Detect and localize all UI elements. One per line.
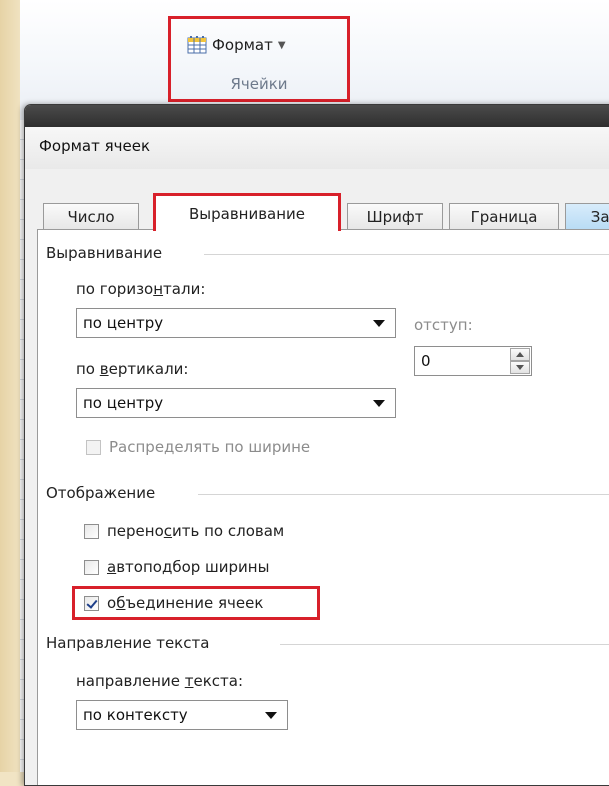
cells-group-highlight: Формат ▼ Ячейки (168, 16, 350, 102)
tab-fill[interactable]: Зал (565, 203, 609, 229)
dialog-titlebar[interactable]: Формат ячеек (25, 105, 609, 169)
tab-border[interactable]: Граница (449, 203, 559, 229)
spin-up-icon[interactable] (510, 348, 530, 361)
merge-cells-checkbox[interactable] (84, 595, 99, 611)
dropdown-arrow-icon: ▼ (277, 39, 286, 51)
vertical-select[interactable]: по центру (76, 388, 396, 418)
dropdown-caret-icon (373, 400, 385, 407)
merge-cells-row[interactable]: объединение ячеек (84, 594, 263, 612)
format-button-label: Формат (212, 36, 273, 54)
wrap-text-row[interactable]: переносить по словам (84, 522, 284, 540)
horizontal-select[interactable]: по центру (76, 308, 396, 338)
autofit-checkbox[interactable] (84, 559, 99, 575)
indent-label: отступ: (414, 316, 473, 334)
format-cells-dialog: Формат ячеек Число Выравнивание Шрифт Гр… (24, 104, 609, 786)
alignment-panel: Выравнивание по горизонтали: по центру о… (37, 229, 609, 785)
dialog-body: Число Выравнивание Шрифт Граница Зал Выр… (25, 169, 609, 785)
indent-stepper[interactable]: 0 (414, 346, 532, 376)
cells-group-label: Ячейки (230, 75, 288, 93)
horizontal-select-value: по центру (83, 314, 164, 332)
merge-cells-label: объединение ячеек (107, 594, 264, 612)
format-button[interactable]: Формат ▼ (187, 33, 286, 57)
text-direction-value: по контексту (83, 706, 188, 724)
display-section-title: Отображение (46, 484, 156, 502)
text-direction-label: направление текста: (76, 672, 244, 690)
tab-alignment[interactable]: Выравнивание (153, 193, 341, 231)
spin-down-icon[interactable] (510, 361, 530, 374)
horizontal-label: по горизонтали: (76, 280, 206, 298)
distribute-label: Распределять по ширине (109, 438, 311, 456)
alignment-section-title: Выравнивание (46, 244, 163, 262)
background-strip (0, 0, 20, 772)
dropdown-caret-icon (265, 712, 277, 719)
autofit-row[interactable]: автоподбор ширины (84, 558, 269, 576)
format-cells-icon (187, 36, 207, 54)
wrap-text-checkbox[interactable] (84, 523, 99, 539)
vertical-label: по вертикали: (76, 360, 189, 378)
tab-number[interactable]: Число (43, 203, 139, 229)
tab-font[interactable]: Шрифт (347, 203, 443, 229)
vertical-select-value: по центру (83, 394, 164, 412)
dialog-title: Формат ячеек (39, 137, 151, 155)
direction-section-title: Направление текста (46, 634, 210, 652)
distribute-checkbox-row[interactable]: Распределять по ширине (86, 438, 310, 456)
tab-strip: Число Выравнивание Шрифт Граница Зал (43, 193, 609, 231)
ribbon: Формат ▼ Ячейки (20, 0, 609, 120)
indent-value: 0 (421, 352, 431, 370)
wrap-text-label: переносить по словам (107, 522, 285, 540)
autofit-label: автоподбор ширины (107, 558, 270, 576)
text-direction-select[interactable]: по контексту (76, 700, 288, 730)
distribute-checkbox[interactable] (86, 439, 101, 455)
dropdown-caret-icon (373, 320, 385, 327)
